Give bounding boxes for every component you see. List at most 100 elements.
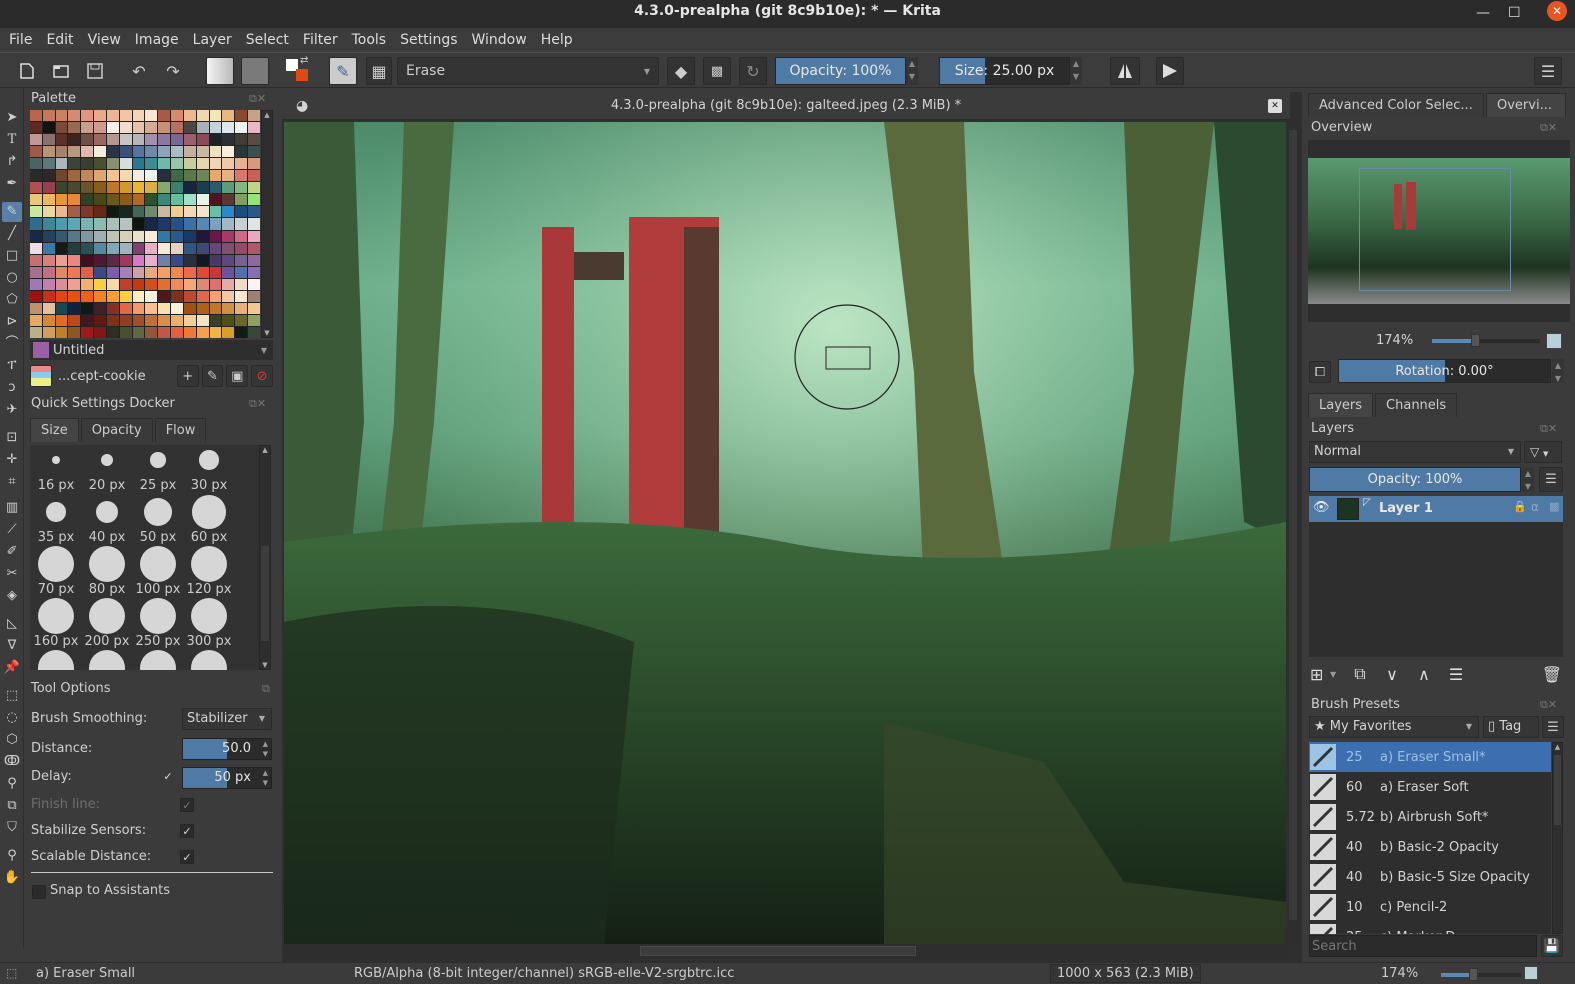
palette-swatch[interactable] (30, 218, 42, 230)
brush-size-label[interactable]: 100 px (133, 582, 183, 597)
status-fit-view-icon[interactable] (1524, 966, 1538, 980)
palette-swatch[interactable] (158, 218, 171, 230)
palette-swatch[interactable] (119, 146, 132, 158)
palette-swatch[interactable] (145, 206, 158, 218)
polygonal-selection-tool-icon[interactable]: ⬡ (2, 730, 22, 750)
brush-size-preview[interactable] (89, 650, 125, 670)
palette-swatch[interactable] (106, 314, 119, 326)
palette-swatch[interactable] (222, 230, 235, 242)
polygon-tool-icon[interactable]: ⬠ (2, 290, 22, 310)
reload-preset-icon[interactable]: ↻ (739, 57, 767, 85)
overview-viewport-rect[interactable] (1359, 168, 1511, 291)
reference-images-tool-icon[interactable]: 📌 (2, 658, 22, 678)
palette-swatch[interactable] (132, 206, 145, 218)
palette-swatch[interactable] (248, 326, 260, 338)
palette-name-select[interactable]: Untitled ▼ (30, 340, 273, 360)
palette-swatch[interactable] (145, 218, 158, 230)
palette-swatch[interactable] (183, 230, 196, 242)
palette-swatch[interactable] (30, 326, 42, 338)
palette-swatch[interactable] (222, 326, 235, 338)
dynamic-brush-tool-icon[interactable]: ↄ (2, 378, 22, 398)
palette-swatch[interactable] (106, 326, 119, 338)
palette-swatch[interactable] (209, 254, 222, 266)
palette-swatch[interactable] (222, 302, 235, 314)
fit-view-icon[interactable] (1546, 333, 1562, 349)
freehand-brush-tool-icon[interactable]: ✎ (2, 202, 22, 222)
size-scrollbar[interactable]: ▲ ▼ (259, 445, 271, 670)
fill-tool-icon[interactable]: ◈ (2, 586, 22, 606)
palette-swatch[interactable] (68, 158, 81, 170)
brush-size-label[interactable]: 40 px (82, 530, 132, 545)
palette-swatch[interactable] (42, 302, 55, 314)
palette-swatch[interactable] (222, 158, 235, 170)
palette-swatch[interactable] (119, 194, 132, 206)
edit-color-button[interactable]: ✎ (201, 365, 224, 387)
palette-swatch[interactable] (209, 134, 222, 146)
palette-swatch[interactable] (222, 170, 235, 182)
palette-swatch[interactable] (81, 230, 94, 242)
brush-size-label[interactable]: 200 px (82, 634, 132, 649)
palette-swatch[interactable] (196, 278, 209, 290)
layers-float-close[interactable]: ⧉✕ (1540, 422, 1557, 436)
palette-swatch[interactable] (30, 110, 42, 122)
palette-swatch[interactable] (55, 158, 68, 170)
brush-size-preview[interactable] (88, 545, 126, 583)
palette-swatch[interactable] (132, 170, 145, 182)
palette-swatch[interactable] (55, 326, 68, 338)
close-document-button[interactable]: ✕ (1268, 99, 1282, 113)
mirror-view-button[interactable]: ⧠ (1309, 361, 1331, 383)
palette-swatch[interactable] (68, 230, 81, 242)
layer-properties-icon[interactable]: ☰ (1539, 467, 1563, 492)
palette-swatch[interactable] (106, 290, 119, 302)
palette-swatch[interactable] (94, 158, 106, 170)
brush-preset-search-input[interactable] (1309, 935, 1537, 957)
palette-swatch[interactable] (209, 266, 222, 278)
palette-swatch[interactable] (145, 302, 158, 314)
palette-swatch[interactable] (171, 182, 183, 194)
palette-swatch[interactable] (81, 326, 94, 338)
palette-swatch[interactable] (183, 182, 196, 194)
blend-mode-select[interactable]: Erase ▼ (397, 57, 659, 85)
palette-swatch[interactable] (183, 314, 196, 326)
palette-swatch[interactable] (42, 182, 55, 194)
palette-swatch[interactable] (119, 302, 132, 314)
palette-swatch[interactable] (209, 206, 222, 218)
save-palette-button[interactable]: ▣ (226, 365, 249, 387)
brush-size-preview[interactable] (144, 498, 172, 526)
palette-swatch[interactable] (106, 254, 119, 266)
minimize-button[interactable]: — (1476, 2, 1490, 24)
palette-swatch[interactable] (55, 110, 68, 122)
palette-swatch[interactable] (209, 182, 222, 194)
palette-swatch[interactable] (132, 278, 145, 290)
palette-swatch[interactable] (145, 134, 158, 146)
palette-swatch[interactable] (235, 230, 248, 242)
palette-swatch[interactable] (106, 158, 119, 170)
palette-swatch[interactable] (171, 170, 183, 182)
rectangle-tool-icon[interactable]: □ (2, 246, 22, 266)
freehand-path-tool-icon[interactable]: ፐ (2, 356, 22, 376)
palette-swatch[interactable] (119, 278, 132, 290)
palette-swatch[interactable] (81, 254, 94, 266)
brush-preset-item[interactable]: 60 a) Eraser Soft (1309, 772, 1551, 802)
palette-swatch[interactable] (183, 278, 196, 290)
palette-swatch[interactable] (30, 278, 42, 290)
palette-swatch[interactable] (248, 218, 260, 230)
palette-swatch[interactable] (222, 122, 235, 134)
palette-swatch[interactable] (248, 242, 260, 254)
palette-swatch[interactable] (209, 194, 222, 206)
open-document-icon[interactable] (50, 57, 72, 85)
palette-swatch[interactable] (222, 182, 235, 194)
palette-swatch[interactable] (196, 254, 209, 266)
palette-swatch[interactable] (55, 314, 68, 326)
palette-swatch[interactable] (209, 278, 222, 290)
brush-size-label[interactable]: 70 px (31, 582, 81, 597)
palette-swatch[interactable] (55, 194, 68, 206)
palette-swatch[interactable] (106, 146, 119, 158)
palette-swatch[interactable] (132, 326, 145, 338)
crop-tool-icon[interactable]: ⌗ (2, 472, 22, 492)
palette-swatch[interactable] (106, 206, 119, 218)
add-layer-icon[interactable]: ⊞ (1310, 665, 1330, 684)
palette-swatch[interactable] (196, 302, 209, 314)
palette-swatch[interactable] (171, 134, 183, 146)
scalable-distance-checkbox[interactable]: ✓ (180, 850, 194, 864)
